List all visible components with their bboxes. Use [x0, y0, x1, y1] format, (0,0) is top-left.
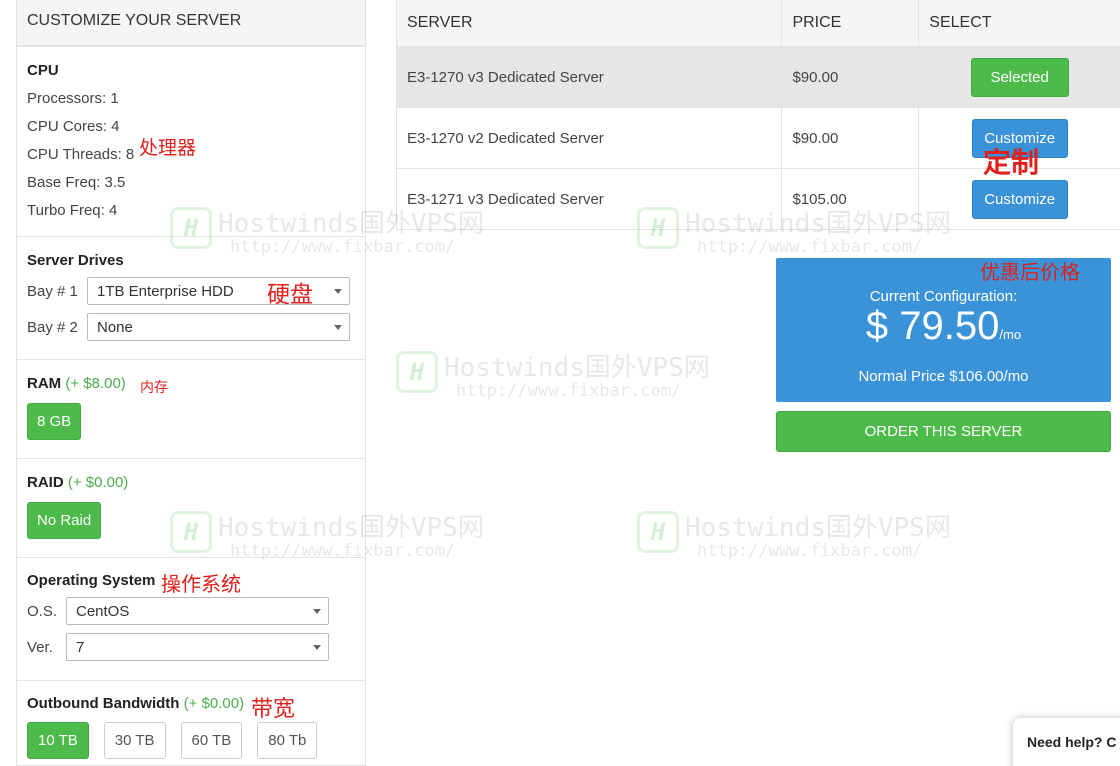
server-price: $90.00 [782, 47, 920, 107]
watermark: HHostwinds国外VPS网http://www.fixbar.com/ [396, 347, 710, 401]
chevron-down-icon [313, 609, 321, 614]
watermark: HHostwinds国外VPS网http://www.fixbar.com/ [637, 507, 951, 561]
table-header-row: SERVER PRICE SELECT [397, 0, 1120, 47]
bay2-select[interactable]: None [87, 313, 350, 341]
bay1-value: 1TB Enterprise HDD [97, 283, 234, 300]
bay2-value: None [97, 319, 133, 336]
server-name: E3-1271 v3 Dedicated Server [397, 169, 783, 229]
cpu-spec-turbo-freq: Turbo Freq: 4 [27, 202, 118, 219]
os-section: Operating System O.S. CentOS Ver. 7 操作系统 [17, 558, 365, 681]
current-price: $ 79.50/mo [776, 305, 1111, 356]
bandwidth-section: Outbound Bandwidth (+ $0.00) 10 TB 30 TB… [17, 681, 365, 759]
ver-label: Ver. [27, 638, 53, 656]
ram-title-text: RAM [27, 375, 62, 392]
annotation-os: 操作系统 [161, 572, 241, 596]
raid-section: RAID (+ $0.00) No Raid [17, 459, 365, 558]
os-select[interactable]: CentOS [66, 597, 329, 625]
os-value: CentOS [76, 603, 130, 620]
os-row: O.S. CentOS [27, 597, 355, 625]
server-name: E3-1270 v2 Dedicated Server [397, 108, 783, 168]
bandwidth-title: Outbound Bandwidth (+ $0.00) [27, 695, 355, 712]
server-price: $105.00 [782, 169, 920, 229]
watermark-line2: http://www.fixbar.com/ [456, 380, 682, 401]
raid-option-no-raid[interactable]: No Raid [27, 502, 102, 539]
table-row: E3-1270 v3 Dedicated Server $90.00 Selec… [397, 47, 1120, 108]
per-month-label: /mo [999, 327, 1022, 342]
annotation-memory: 内存 [140, 380, 168, 396]
ver-value: 7 [76, 639, 85, 656]
annotation-processor: 处理器 [139, 137, 197, 159]
bandwidth-option-80tb[interactable]: 80 Tb [257, 722, 318, 759]
current-price-value: $ 79.50 [865, 304, 1000, 348]
annotation-discount-price: 优惠后价格 [980, 260, 1080, 284]
annotation-customize: 定制 [983, 146, 1040, 179]
bandwidth-option-10tb[interactable]: 10 TB [27, 722, 89, 759]
selected-button[interactable]: Selected [970, 57, 1069, 97]
customize-panel-header: CUSTOMIZE YOUR SERVER [17, 0, 365, 47]
raid-addon-price: (+ $0.00) [67, 474, 129, 491]
chevron-down-icon [334, 289, 342, 294]
header-price: PRICE [782, 0, 920, 46]
watermark-logo-icon: H [637, 510, 679, 553]
watermark-line1: Hostwinds国外VPS网 [444, 353, 710, 383]
ver-row: Ver. 7 [27, 633, 355, 661]
customize-button[interactable]: Customize [971, 179, 1068, 219]
chevron-down-icon [313, 645, 321, 650]
bandwidth-addon-price: (+ $0.00) [183, 695, 245, 712]
ram-title: RAM (+ $8.00) [27, 375, 355, 392]
cpu-title: CPU [27, 62, 59, 79]
bandwidth-option-60tb[interactable]: 60 TB [180, 722, 243, 759]
customize-panel: CUSTOMIZE YOUR SERVER CPU Processors: 1 … [16, 0, 366, 766]
ram-addon-price: (+ $8.00) [65, 375, 126, 392]
normal-price: Normal Price $106.00/mo [858, 368, 1029, 385]
ram-option-8gb[interactable]: 8 GB [27, 403, 82, 440]
bay2-row: Bay # 2 None [27, 313, 355, 341]
bandwidth-options: 10 TB 30 TB 60 TB 80 Tb [27, 722, 355, 759]
annotation-disk: 硬盘 [267, 282, 313, 308]
raid-title: RAID (+ $0.00) [27, 474, 355, 491]
cpu-spec-processors: Processors: 1 [27, 90, 119, 107]
ram-section: RAM (+ $8.00) 8 GB 内存 [17, 360, 365, 459]
watermark-line2: http://www.fixbar.com/ [697, 540, 923, 561]
server-table: SERVER PRICE SELECT E3-1270 v3 Dedicated… [396, 0, 1120, 230]
annotation-bandwidth: 带宽 [251, 697, 296, 722]
select-cell: Selected [919, 47, 1120, 107]
bandwidth-option-30tb[interactable]: 30 TB [103, 722, 166, 759]
need-help-tab[interactable]: Need help? C [1013, 718, 1120, 766]
server-price: $90.00 [782, 108, 920, 168]
watermark-line2: http://www.fixbar.com/ [697, 236, 923, 257]
header-server: SERVER [397, 0, 783, 46]
bay2-label: Bay # 2 [27, 318, 78, 336]
raid-title-text: RAID [27, 474, 64, 491]
order-server-button[interactable]: ORDER THIS SERVER [776, 411, 1111, 452]
server-name: E3-1270 v3 Dedicated Server [397, 47, 783, 107]
drives-section: Server Drives Bay # 1 1TB Enterprise HDD… [17, 237, 365, 360]
drives-title: Server Drives [27, 252, 124, 269]
chevron-down-icon [334, 325, 342, 330]
bandwidth-title-text: Outbound Bandwidth [27, 695, 180, 712]
ver-select[interactable]: 7 [66, 633, 329, 661]
cpu-spec-base-freq: Base Freq: 3.5 [27, 174, 126, 191]
watermark-line1: Hostwinds国外VPS网 [685, 513, 951, 543]
current-config-label: Current Configuration: [869, 288, 1018, 305]
bay1-label: Bay # 1 [27, 282, 78, 300]
header-select: SELECT [929, 14, 992, 31]
os-label: O.S. [27, 602, 58, 620]
cpu-section: CPU Processors: 1 CPU Cores: 4 CPU Threa… [17, 47, 365, 237]
watermark-logo-icon: H [396, 350, 438, 393]
